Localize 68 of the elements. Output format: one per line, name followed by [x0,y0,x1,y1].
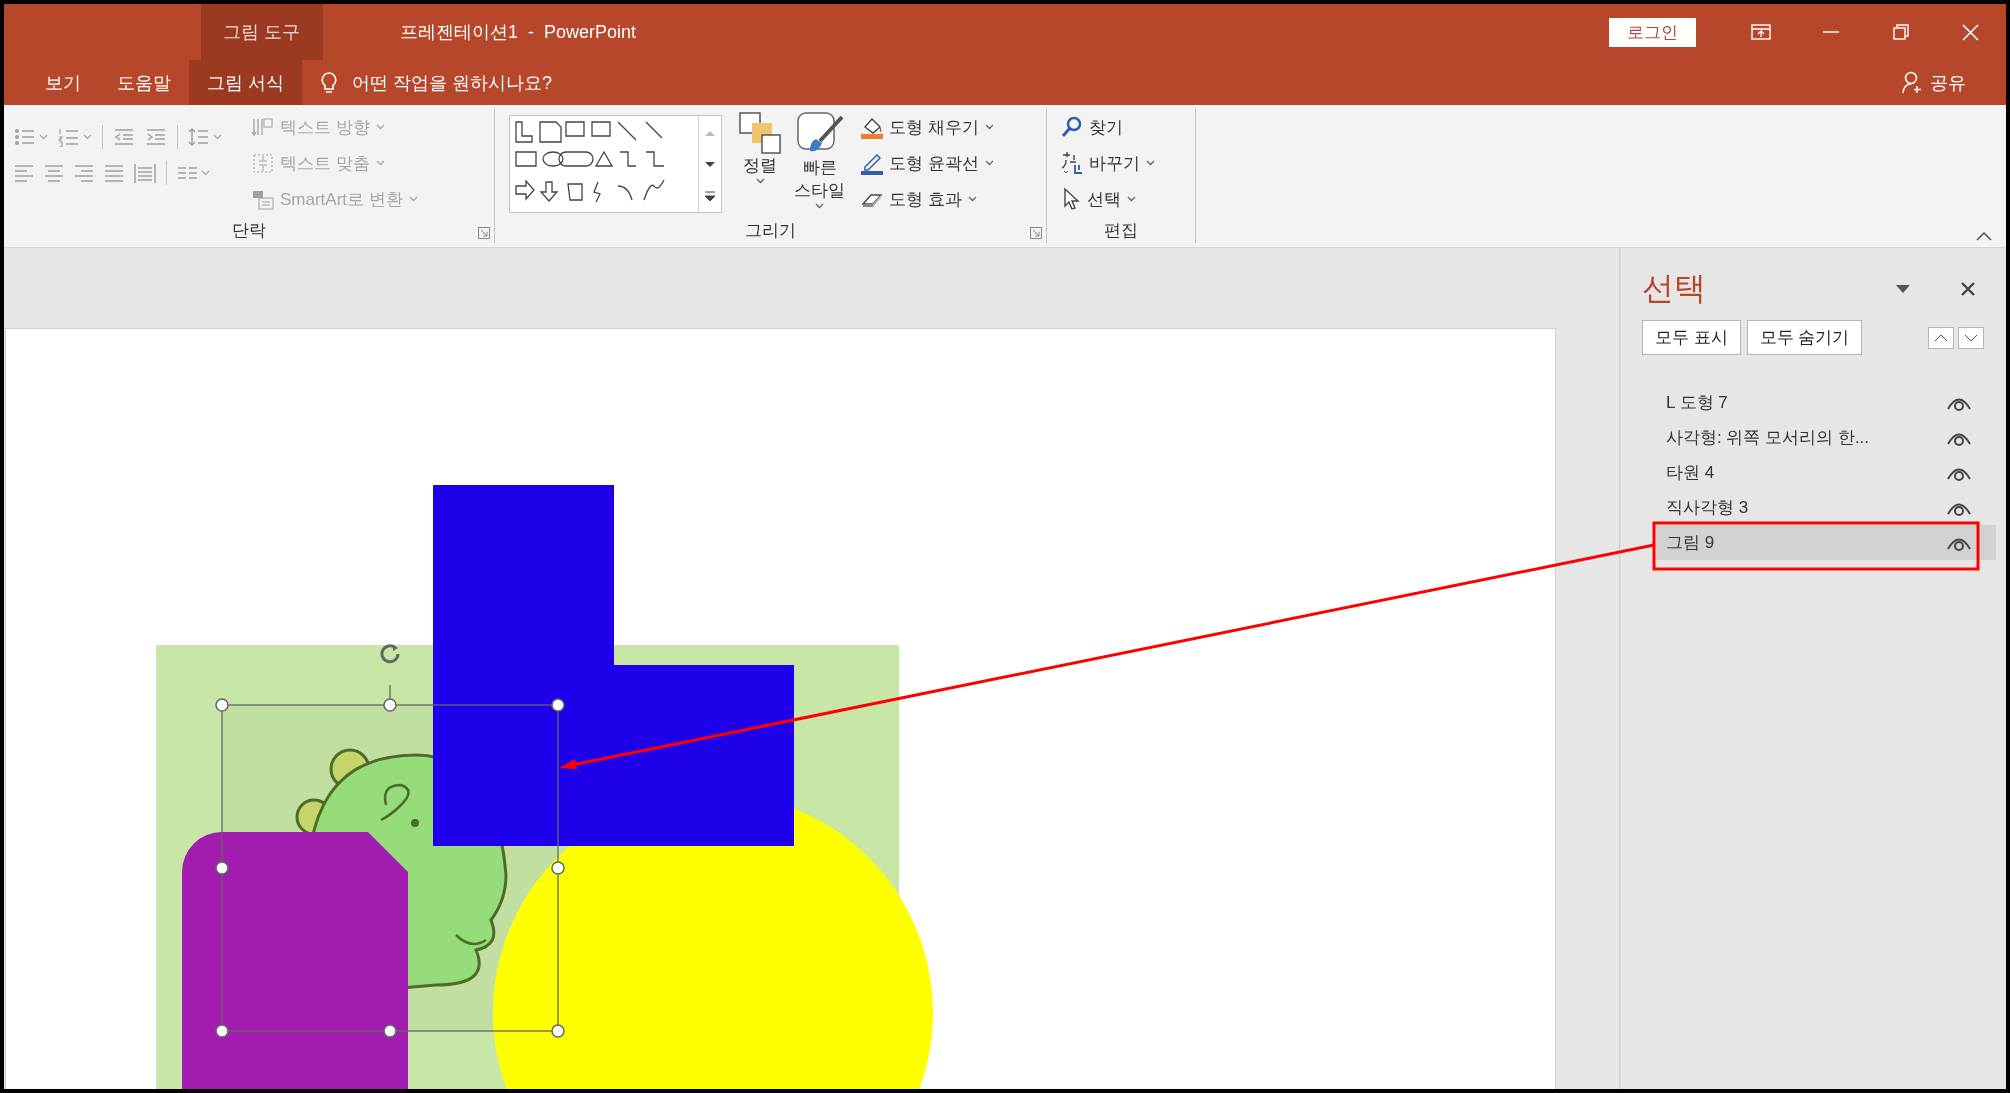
dialog-launcher-icon[interactable] [1030,227,1042,239]
person-add-icon [1902,70,1924,95]
item-label: L 도형 7 [1666,392,1729,414]
ribbon-button[interactable]: 도형 효과 [861,181,994,217]
pane-button[interactable]: 모두 표시 [1642,320,1741,355]
cursor-icon [1061,187,1081,211]
group-label: 단락 [232,219,266,242]
pane-item[interactable]: 그림 9 [1656,525,1996,560]
item-label: 그림 9 [1666,532,1716,554]
pane-item[interactable]: 직사각형 3 [1656,490,1996,525]
search-icon [1061,116,1083,138]
pane-title: 선택 [1642,269,1707,308]
caret-icon [375,160,385,166]
caret-icon [1146,160,1155,166]
restore-icon[interactable] [1891,22,1911,42]
ribbon-tab[interactable]: 그림 서식 [189,60,302,105]
caret-icon [213,134,222,140]
share-button[interactable]: 공유 [1930,70,1966,95]
dropdown-icon[interactable] [1896,285,1910,293]
text-align-icon [252,152,274,174]
ribbon-button[interactable]: 정렬 [732,109,788,217]
paint-bucket-icon [861,115,883,139]
pane-item[interactable]: 사각형: 위쪽 모서리의 한... [1656,420,1996,455]
caret-icon [201,170,210,176]
dialog-launcher-icon[interactable] [478,227,490,239]
pen-icon [861,151,883,175]
lightbulb-icon[interactable] [320,70,338,95]
ribbon-button[interactable]: 바꾸기 [1061,145,1155,181]
ribbon-tab[interactable]: 보기 [27,60,99,105]
context-tab-header: 그림 도구 [201,4,323,60]
smartart-icon [252,188,274,210]
caret-icon [755,177,765,184]
ribbon-button[interactable]: 선택 [1061,181,1155,217]
login-button[interactable]: 로그인 [1609,17,1696,47]
text-direction-icon [252,117,274,137]
pane-item[interactable]: 타원 4 [1656,455,1996,490]
chevron-up-icon [1934,333,1948,342]
caret-icon [984,124,994,130]
window-title: 프레젠테이션1 - PowerPoint [400,21,637,44]
pane-button[interactable]: 모두 숨기기 [1746,320,1863,355]
pane-item[interactable]: L 도형 7 [1656,385,1996,420]
tell-me-search[interactable]: 어떤 작업을 원하시나요? [352,70,553,95]
group-label: 편집 [1104,219,1138,242]
item-label: 직사각형 3 [1666,497,1750,519]
close-icon[interactable] [1960,281,1976,297]
caret-icon [815,202,824,209]
caret-icon [375,124,385,130]
ribbon-tab[interactable]: 도움말 [99,60,189,105]
collapse-ribbon-icon[interactable] [1976,231,1992,241]
caret-icon [967,196,977,202]
replace-icon [1061,151,1083,175]
close-icon[interactable] [1961,22,1981,42]
chevron-down-icon [1964,333,1978,342]
arrange-icon [738,111,782,155]
ribbon-display-icon[interactable] [1751,22,1771,42]
caret-icon [984,160,994,166]
ribbon-button[interactable]: 빠른 스타일 [788,109,851,217]
ribbon-button[interactable]: 도형 채우기 [861,109,994,145]
caret-icon [39,134,48,140]
caret-icon [408,196,418,202]
caret-icon [1127,196,1136,202]
selection-frame[interactable] [215,684,565,1038]
group-label: 그리기 [745,219,796,242]
item-label: 사각형: 위쪽 모서리의 한... [1666,427,1871,449]
ribbon-button[interactable]: 찾기 [1061,109,1155,145]
caret-icon [83,134,92,140]
item-label: 타원 4 [1666,462,1716,484]
ribbon-button[interactable]: 도형 윤곽선 [861,145,994,181]
